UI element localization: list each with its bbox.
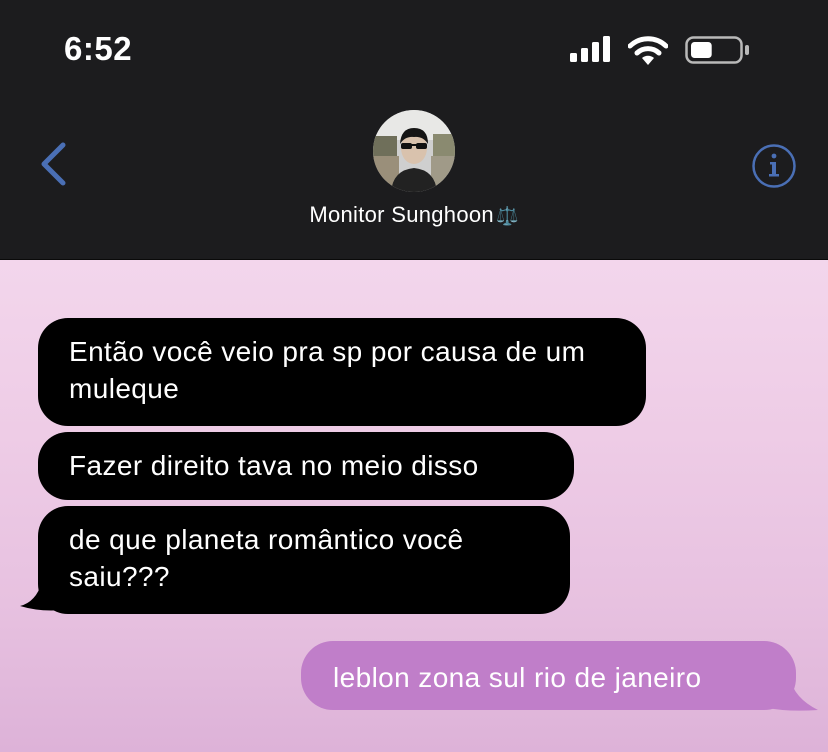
info-icon[interactable] [751, 143, 797, 189]
incoming-message-bubble[interactable]: Fazer direito tava no meio disso [38, 432, 574, 500]
battery-icon [685, 36, 749, 64]
back-chevron-icon[interactable] [36, 140, 70, 188]
avatar-photo [373, 110, 455, 192]
incoming-message-bubble[interactable]: de que planeta romântico você saiu??? [38, 506, 570, 614]
contact-avatar[interactable] [373, 110, 455, 192]
signal-icon [570, 36, 610, 62]
incoming-bubble-tail [20, 582, 62, 611]
outgoing-bubble-tail [768, 678, 818, 711]
contact-name-row[interactable]: Monitor Sunghoon ⚖️ [0, 202, 828, 228]
contact-name: Monitor Sunghoon [309, 202, 494, 227]
scale-emoji: ⚖️ [495, 206, 519, 226]
message-thread[interactable]: Então você veio pra sp por causa de um m… [0, 260, 828, 752]
conversation-header: 6:52 Monitor Sunghoon ⚖️ [0, 0, 828, 260]
status-time: 6:52 [64, 30, 133, 67]
outgoing-message-bubble[interactable]: leblon zona sul rio de janeiro [301, 641, 796, 710]
incoming-message-bubble[interactable]: Então você veio pra sp por causa de um m… [38, 318, 646, 426]
wifi-icon [628, 36, 668, 65]
